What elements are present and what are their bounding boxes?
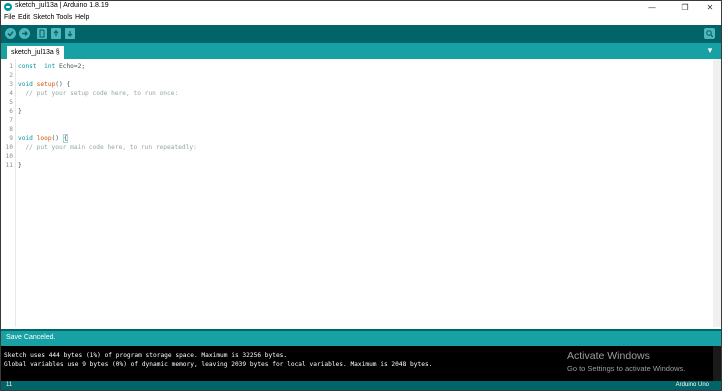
activate-windows-title: Activate Windows (567, 350, 650, 362)
verify-button[interactable] (5, 28, 16, 39)
code-line: 6} (1, 107, 721, 116)
status-bar: Save Canceled. (1, 329, 721, 346)
window-title: sketch_jul13a | Arduino 1.8.19 (15, 2, 109, 9)
code-line: 10 (1, 152, 721, 161)
arrow-right-icon (22, 31, 28, 36)
code-text: // put your main code here, to run repea… (18, 144, 197, 151)
tab-bar: sketch_jul13a § ▾ (1, 43, 721, 59)
code-text: void loop() { (18, 134, 69, 143)
new-file-icon (39, 29, 45, 38)
board-name: Arduino Uno (675, 382, 709, 388)
save-button[interactable] (65, 28, 75, 39)
line-number: 10 (5, 144, 13, 151)
new-button[interactable] (37, 28, 47, 39)
line-number: 1 (9, 63, 13, 70)
code-line: 5 (1, 98, 721, 107)
code-text: const int Echo=2; (18, 63, 86, 70)
code-line: 8 (1, 125, 721, 134)
menu-help[interactable]: Help (75, 14, 89, 21)
arduino-ide-window: sketch_jul13a | Arduino 1.8.19 — ❐ ✕ Fil… (0, 0, 722, 391)
menu-sketch[interactable]: Sketch (33, 14, 54, 21)
menu-bar: File Edit Sketch Tools Help (1, 13, 721, 24)
console-output: Sketch uses 444 bytes (1%) of program st… (1, 346, 721, 381)
code-line: 2 (1, 71, 721, 80)
maximize-button[interactable]: ❐ (674, 1, 696, 13)
code-line: 9 void loop() { (1, 134, 721, 143)
code-text: // put your setup code here, to run once… (18, 90, 179, 97)
line-number: 7 (9, 117, 13, 124)
console-line: Global variables use 9 bytes (0%) of dyn… (4, 361, 433, 368)
footer-bar: 11 Arduino Uno (1, 381, 721, 390)
arduino-logo-icon (4, 3, 12, 11)
line-number: 2 (9, 72, 13, 79)
tab-sketch[interactable]: sketch_jul13a § (7, 46, 64, 59)
title-bar: sketch_jul13a | Arduino 1.8.19 — ❐ ✕ (1, 1, 721, 13)
code-line: 4 // put your setup code here, to run on… (1, 89, 721, 98)
upload-button[interactable] (19, 28, 30, 39)
cursor-line-number: 11 (6, 382, 13, 388)
status-message: Save Canceled. (6, 334, 56, 341)
magnifier-icon (706, 30, 714, 38)
code-text: } (18, 108, 22, 115)
line-number: 4 (9, 90, 13, 97)
menu-tools[interactable]: Tools (56, 14, 72, 21)
code-text: } (18, 162, 22, 169)
code-line: 1 const int Echo=2; (1, 62, 721, 71)
open-button[interactable] (51, 28, 61, 39)
line-number: 11 (5, 162, 13, 169)
minimize-button[interactable]: — (641, 1, 663, 13)
code-line: 7 (1, 116, 721, 125)
chevron-down-icon: ▾ (707, 46, 713, 56)
console-scrollbar[interactable] (713, 346, 721, 381)
tab-menu-button[interactable]: ▾ (705, 46, 715, 56)
code-editor[interactable]: 1 const int Echo=2; 2 3 void setup() {4 // p… (1, 59, 721, 327)
activate-windows-subtitle: Go to Settings to activate Windows. (567, 364, 686, 373)
code-line: 3 void setup() { (1, 80, 721, 89)
close-button[interactable]: ✕ (699, 1, 721, 13)
line-number: 8 (9, 126, 13, 133)
code-line: 10 // put your main code here, to run re… (1, 143, 721, 152)
console-line: Sketch uses 444 bytes (1%) of program st… (4, 352, 288, 359)
arrow-down-icon (67, 31, 73, 37)
line-number: 3 (9, 81, 13, 88)
toolbar (1, 25, 721, 43)
arrow-up-icon (53, 30, 59, 36)
menu-edit[interactable]: Edit (18, 14, 30, 21)
code-text: void setup() { (18, 81, 71, 88)
line-number: 9 (9, 135, 13, 142)
editor-scrollbar[interactable] (713, 59, 721, 327)
line-number: 10 (5, 153, 13, 160)
line-number: 5 (9, 99, 13, 106)
line-number: 6 (9, 108, 13, 115)
menu-file[interactable]: File (4, 14, 15, 21)
code-line: 11} (1, 161, 721, 170)
serial-monitor-button[interactable] (704, 28, 715, 39)
check-icon (7, 31, 14, 37)
